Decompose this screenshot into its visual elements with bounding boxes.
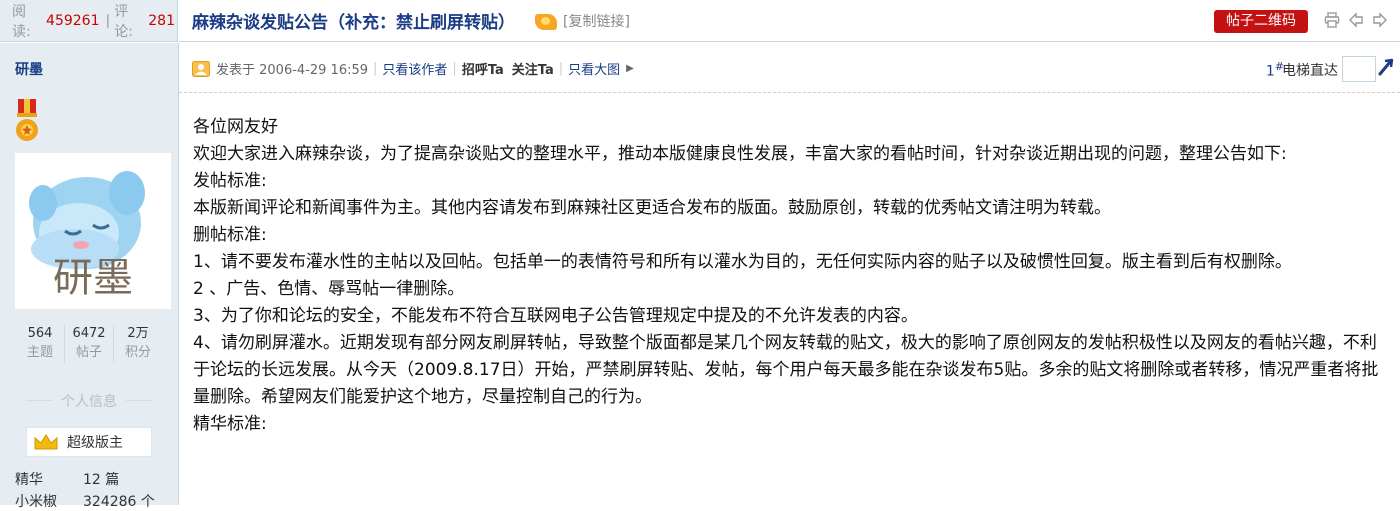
rank-badge: 超级版主 <box>26 427 152 457</box>
next-icon[interactable] <box>1372 12 1388 28</box>
stat-label: 主题 <box>26 345 53 360</box>
medal-icon <box>16 99 38 141</box>
info-row-pepper: 小米椒 324286 个 <box>15 491 155 511</box>
post-paragraph: 发帖标准: <box>193 171 267 191</box>
post-paragraph: 4、请勿刷屏灌水。近期发现有部分网友刷屏转帖，导致整个版面都是某几个网友转载的贴… <box>193 333 1379 407</box>
post-paragraph: 各位网友好 <box>193 117 278 137</box>
thread-title[interactable]: 麻辣杂谈发贴公告（补充：禁止刷屏转贴） <box>192 8 515 33</box>
stat-label: 帖子 <box>75 345 102 360</box>
triangle-right-icon[interactable]: ▶ <box>626 63 634 74</box>
fire-icon <box>535 13 557 30</box>
follow-link[interactable]: 关注Ta <box>512 59 554 78</box>
post-paragraph: 2 、广告、色情、辱骂帖一律删除。 <box>193 279 465 299</box>
elevator-label: 电梯直达 <box>1282 63 1338 79</box>
thread-header: 麻辣杂谈发贴公告（补充：禁止刷屏转贴） [复制链接] 帖子二维码 <box>179 0 1400 42</box>
copy-link[interactable]: [复制链接] <box>563 11 630 31</box>
elevator-input[interactable] <box>1342 56 1376 82</box>
views-count: 459261 <box>46 12 100 29</box>
post-paragraph: 欢迎大家进入麻辣杂谈，为了提高杂谈贴文的整理水平，推动本版健康良性发展，丰富大家… <box>193 144 1287 164</box>
stat-topics[interactable]: 564 主题 <box>16 325 64 363</box>
meta-divider: | <box>558 61 564 76</box>
info-key: 精华 <box>15 472 43 488</box>
thread-stats: 阅读: 459261 | 评论: 281 <box>0 0 178 42</box>
replies-count: 281 <box>148 12 175 29</box>
crown-icon <box>34 434 58 450</box>
print-icon[interactable] <box>1324 12 1340 28</box>
large-image-link[interactable]: 只看大图 <box>568 59 620 78</box>
stat-value: 2万 <box>127 326 149 341</box>
info-value: 12 篇 <box>83 472 120 488</box>
only-author-link[interactable]: 只看该作者 <box>382 59 447 78</box>
post-paragraph: 精华标准: <box>193 414 267 434</box>
post-paragraph: 3、为了你和论坛的安全，不能发布不符合互联网电子公告管理规定中提及的不允许发表的… <box>193 306 918 326</box>
views-label: 阅读: <box>12 3 31 40</box>
online-status-icon <box>192 60 210 77</box>
info-value: 324286 个 <box>83 494 155 510</box>
post-paragraph: 1、请不要发布灌水性的主帖以及回帖。包括单一的表情符号和所有以灌水为目的，无任何… <box>193 252 1292 272</box>
post-meta-bar: 发表于 2006-4-29 16:59 | 只看该作者 | 招呼Ta 关注Ta … <box>179 43 1400 93</box>
avatar-signature: 研墨 <box>53 255 133 301</box>
meta-divider: | <box>452 61 457 76</box>
post-paragraph: 本版新闻评论和新闻事件为主。其他内容请发布到麻辣社区更适合发布的版面。鼓励原创，… <box>193 198 1111 218</box>
elevator-go-icon[interactable] <box>1376 56 1396 78</box>
personal-info-heading: 个人信息 <box>26 391 152 411</box>
username[interactable]: 研墨 <box>15 59 43 79</box>
stat-points[interactable]: 2万 积分 <box>113 325 162 363</box>
stat-label: 积分 <box>124 345 151 360</box>
post-meta-info: 发表于 2006-4-29 16:59 | 只看该作者 | 招呼Ta 关注Ta … <box>192 59 634 78</box>
user-avatar[interactable]: 研墨 <box>15 153 171 309</box>
post-content: 各位网友好 欢迎大家进入麻辣杂谈，为了提高杂谈贴文的整理水平，推动本版健康良性发… <box>193 114 1388 438</box>
rank-title: 超级版主 <box>67 435 123 451</box>
floor-value: 1 <box>1265 63 1275 80</box>
qr-code-button[interactable]: 帖子二维码 <box>1214 10 1308 33</box>
greet-link[interactable]: 招呼Ta <box>462 59 504 78</box>
post-date: 发表于 2006-4-29 16:59 <box>216 63 369 78</box>
user-stats: 564 主题 6472 帖子 2万 积分 <box>16 325 162 363</box>
meta-divider: | <box>373 61 378 76</box>
stat-value: 6472 <box>72 326 106 341</box>
info-row-digest: 精华 12 篇 <box>15 469 119 489</box>
info-key: 小米椒 <box>15 494 57 510</box>
post-paragraph: 删帖标准: <box>193 225 267 245</box>
stats-separator: | <box>105 12 111 29</box>
stat-posts[interactable]: 6472 帖子 <box>64 325 113 363</box>
stat-value: 564 <box>27 326 53 341</box>
prev-icon[interactable] <box>1348 12 1364 28</box>
user-sidebar: 研墨 研墨 564 主题 6472 帖子 2万 积分 个人信息 超级版主 精华 … <box>0 43 179 510</box>
replies-label: 评论: <box>114 3 133 40</box>
